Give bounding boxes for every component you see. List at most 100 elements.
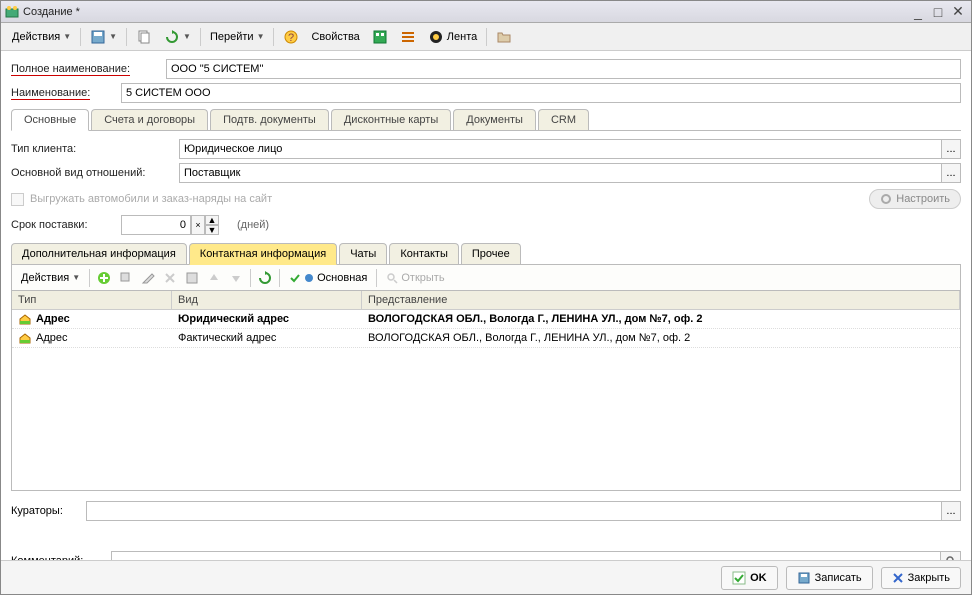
client-type-input[interactable] bbox=[179, 139, 941, 159]
tab-documents[interactable]: Документы bbox=[453, 109, 536, 130]
subtab-chats[interactable]: Чаты bbox=[339, 243, 387, 264]
actions-menu[interactable]: Действия ▼ bbox=[7, 26, 76, 48]
properties-label: Свойства bbox=[311, 31, 359, 43]
th-kind[interactable]: Вид bbox=[172, 291, 362, 309]
relation-input[interactable] bbox=[179, 163, 941, 183]
sub-actions-menu[interactable]: Действия ▼ bbox=[16, 267, 85, 289]
cell-kind: Юридический адрес bbox=[172, 310, 362, 328]
cell-repr: ВОЛОГОДСКАЯ ОБЛ., Вологда Г., ЛЕНИНА УЛ.… bbox=[362, 310, 960, 328]
dropdown-arrow-icon: ▼ bbox=[257, 32, 265, 41]
refresh-icon-button[interactable]: ▼ bbox=[159, 26, 196, 48]
folder-icon-button[interactable] bbox=[491, 26, 517, 48]
delete-icon[interactable] bbox=[160, 268, 180, 288]
name-label: Наименование: bbox=[11, 87, 121, 99]
sub-actions-label: Действия bbox=[21, 272, 69, 284]
blue-circle-icon bbox=[304, 273, 314, 283]
copy-row-icon[interactable] bbox=[116, 268, 136, 288]
help-icon-button[interactable]: ? bbox=[278, 26, 304, 48]
check-icon bbox=[732, 571, 746, 585]
curators-input[interactable] bbox=[86, 501, 941, 521]
delivery-clear[interactable]: × bbox=[191, 215, 205, 235]
cell-kind: Фактический адрес bbox=[172, 329, 362, 347]
gear-icon bbox=[880, 193, 892, 205]
properties-button[interactable]: Свойства bbox=[306, 26, 364, 48]
grid-icon[interactable] bbox=[182, 268, 202, 288]
th-type[interactable]: Тип bbox=[12, 291, 172, 309]
main-tabs: Основные Счета и договоры Подтв. докумен… bbox=[11, 109, 961, 131]
subtab-extra[interactable]: Дополнительная информация bbox=[11, 243, 187, 264]
delivery-up[interactable]: ▲ bbox=[205, 215, 219, 225]
check-icon bbox=[289, 272, 301, 284]
upload-label: Выгружать автомобили и заказ-наряды на с… bbox=[30, 193, 272, 205]
main-toolbar: Действия ▼ ▼ ▼ Перейти ▼ ? Свойства Лент… bbox=[1, 23, 971, 51]
feed-button[interactable]: Лента bbox=[423, 26, 482, 48]
goto-label: Перейти bbox=[210, 31, 254, 43]
copy-icon-button[interactable] bbox=[131, 26, 157, 48]
close-icon bbox=[892, 572, 904, 584]
address-table: Тип Вид Представление Адрес Юридический … bbox=[11, 291, 961, 491]
curators-picker[interactable]: ... bbox=[941, 501, 961, 521]
tool-icon-1[interactable] bbox=[367, 26, 393, 48]
tab-discount[interactable]: Дисконтные карты bbox=[331, 109, 451, 130]
main-addr-label: Основная bbox=[317, 272, 367, 284]
table-body[interactable]: Адрес Юридический адрес ВОЛОГОДСКАЯ ОБЛ.… bbox=[12, 310, 960, 490]
delivery-label: Срок поставки: bbox=[11, 219, 121, 231]
close-footer-button[interactable]: Закрыть bbox=[881, 567, 961, 589]
save-icon bbox=[797, 571, 811, 585]
save-icon-button[interactable]: ▼ bbox=[85, 26, 122, 48]
feed-label: Лента bbox=[447, 31, 477, 43]
subtab-contact[interactable]: Контактная информация bbox=[189, 243, 337, 265]
edit-icon[interactable] bbox=[138, 268, 158, 288]
tab-crm[interactable]: CRM bbox=[538, 109, 589, 130]
configure-button[interactable]: Настроить bbox=[869, 189, 961, 209]
client-type-picker[interactable]: ... bbox=[941, 139, 961, 159]
subtab-contacts[interactable]: Контакты bbox=[389, 243, 459, 264]
name-input[interactable] bbox=[121, 83, 961, 103]
down-icon[interactable] bbox=[226, 268, 246, 288]
close-label: Закрыть bbox=[908, 572, 950, 584]
footer: OK Записать Закрыть bbox=[1, 560, 971, 594]
save-button[interactable]: Записать bbox=[786, 566, 873, 590]
sub-tabs: Дополнительная информация Контактная инф… bbox=[11, 243, 961, 265]
days-label: (дней) bbox=[237, 219, 269, 231]
delivery-input[interactable] bbox=[121, 215, 191, 235]
ok-label: OK bbox=[750, 572, 767, 584]
th-repr[interactable]: Представление bbox=[362, 291, 960, 309]
relation-picker[interactable]: ... bbox=[941, 163, 961, 183]
table-row[interactable]: Адрес Фактический адрес ВОЛОГОДСКАЯ ОБЛ.… bbox=[12, 329, 960, 348]
tab-main[interactable]: Основные bbox=[11, 109, 89, 131]
client-type-label: Тип клиента: bbox=[11, 143, 179, 155]
subtab-other[interactable]: Прочее bbox=[461, 243, 521, 264]
open-button[interactable]: Открыть bbox=[381, 267, 449, 289]
up-icon[interactable] bbox=[204, 268, 224, 288]
tab-confirm-docs[interactable]: Подтв. документы bbox=[210, 109, 329, 130]
upload-checkbox[interactable] bbox=[11, 193, 24, 206]
tab-accounts[interactable]: Счета и договоры bbox=[91, 109, 208, 130]
titlebar: Создание * _ □ ✕ bbox=[1, 1, 971, 23]
open-label: Открыть bbox=[401, 272, 444, 284]
search-icon bbox=[386, 272, 398, 284]
cell-repr: ВОЛОГОДСКАЯ ОБЛ., Вологда Г., ЛЕНИНА УЛ.… bbox=[362, 329, 960, 347]
dropdown-arrow-icon: ▼ bbox=[63, 32, 71, 41]
minimize-button[interactable]: _ bbox=[909, 4, 927, 20]
house-icon bbox=[18, 313, 32, 325]
refresh-sub-icon[interactable] bbox=[255, 268, 275, 288]
save-label: Записать bbox=[815, 572, 862, 584]
table-row[interactable]: Адрес Юридический адрес ВОЛОГОДСКАЯ ОБЛ.… bbox=[12, 310, 960, 329]
main-addr-button[interactable]: Основная bbox=[284, 267, 372, 289]
tool-icon-2[interactable] bbox=[395, 26, 421, 48]
goto-menu[interactable]: Перейти ▼ bbox=[205, 26, 270, 48]
cell-type: Адрес bbox=[36, 332, 68, 344]
full-name-input[interactable] bbox=[166, 59, 961, 79]
ok-button[interactable]: OK bbox=[721, 566, 778, 590]
maximize-button[interactable]: □ bbox=[929, 4, 947, 20]
configure-label: Настроить bbox=[896, 193, 950, 205]
svg-text:?: ? bbox=[288, 32, 294, 44]
delivery-down[interactable]: ▼ bbox=[205, 225, 219, 235]
sub-toolbar: Действия ▼ Основная Открыть bbox=[11, 265, 961, 291]
add-icon[interactable] bbox=[94, 268, 114, 288]
house-icon bbox=[18, 332, 32, 344]
dropdown-arrow-icon: ▼ bbox=[72, 273, 80, 282]
close-button[interactable]: ✕ bbox=[949, 4, 967, 20]
app-icon bbox=[5, 5, 19, 19]
